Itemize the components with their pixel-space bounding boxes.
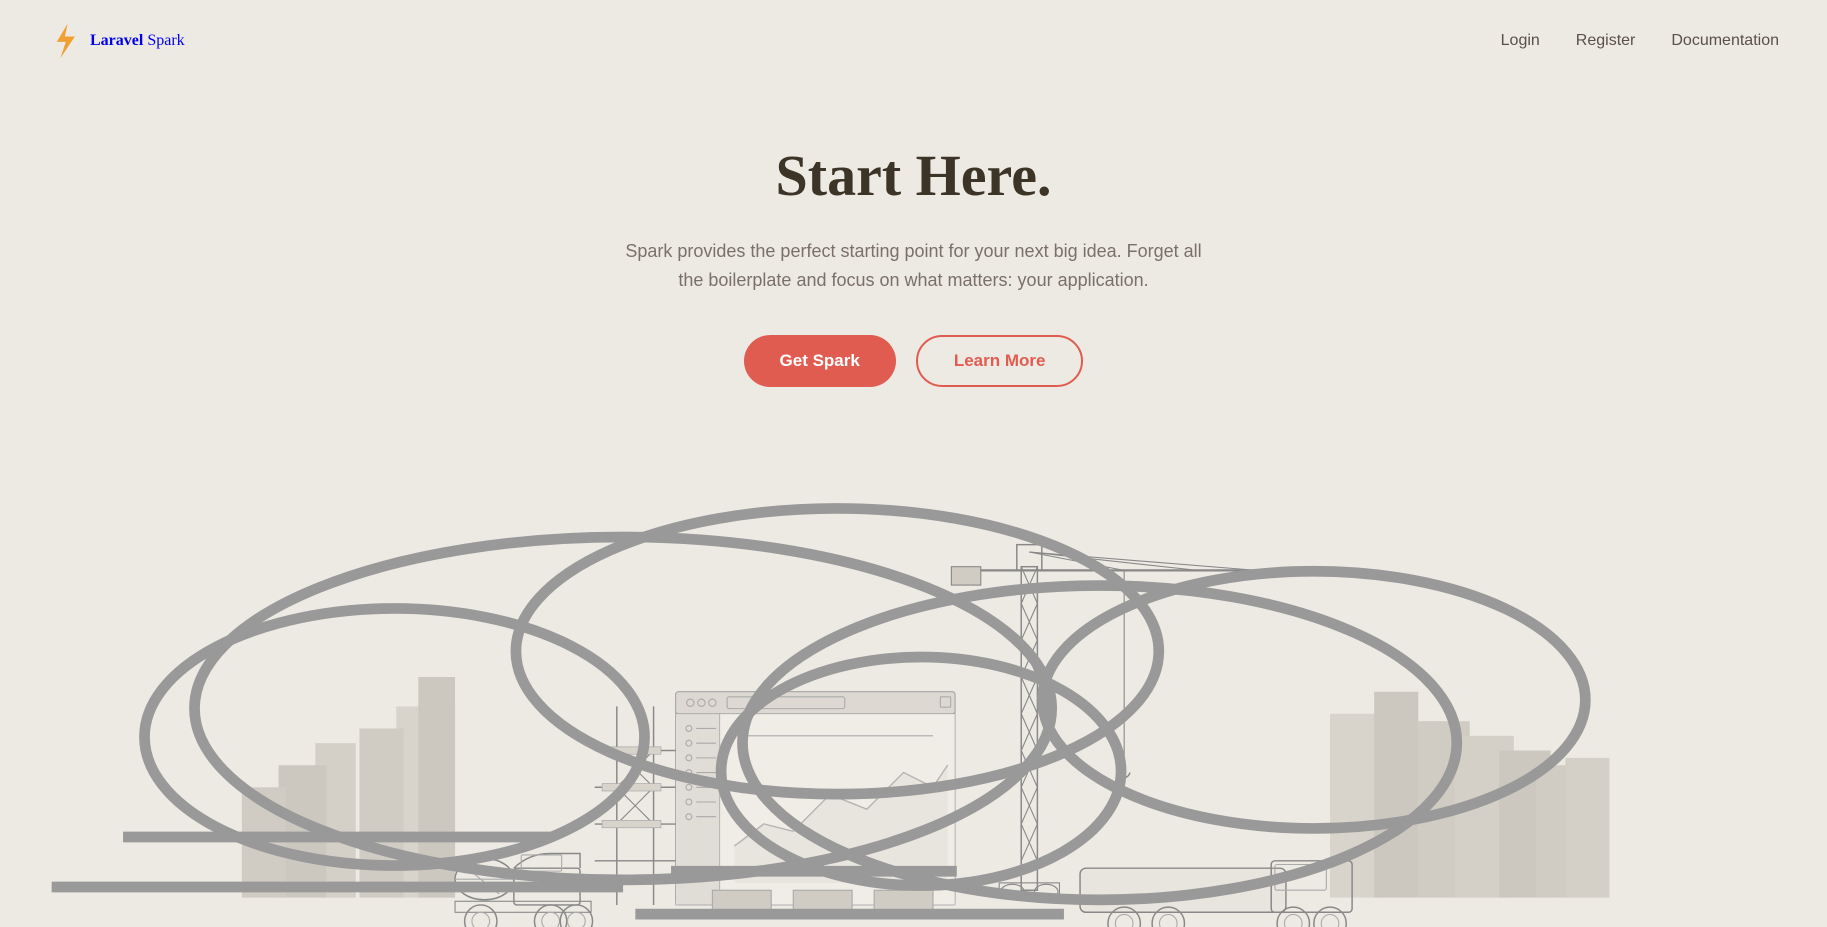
nav-login[interactable]: Login bbox=[1501, 32, 1540, 50]
nav-documentation[interactable]: Documentation bbox=[1671, 32, 1779, 50]
nav-links: Login Register Documentation bbox=[1501, 32, 1779, 50]
hero-headline: Start Here. bbox=[20, 142, 1807, 209]
hero-illustration bbox=[0, 427, 1827, 927]
logo-text: Laravel Spark bbox=[90, 32, 185, 50]
logo-link[interactable]: Laravel Spark bbox=[48, 22, 185, 60]
hero-subheadline: Spark provides the perfect starting poin… bbox=[624, 237, 1204, 295]
hero-section: Start Here. Spark provides the perfect s… bbox=[0, 82, 1827, 387]
learn-more-button[interactable]: Learn More bbox=[916, 335, 1084, 387]
navbar: Laravel Spark Login Register Documentati… bbox=[0, 0, 1827, 82]
nav-register[interactable]: Register bbox=[1576, 32, 1636, 50]
spark-bolt-icon bbox=[48, 22, 80, 60]
cloud-right-icon bbox=[0, 437, 1608, 927]
get-spark-button[interactable]: Get Spark bbox=[744, 335, 896, 387]
hero-buttons: Get Spark Learn More bbox=[20, 335, 1807, 387]
